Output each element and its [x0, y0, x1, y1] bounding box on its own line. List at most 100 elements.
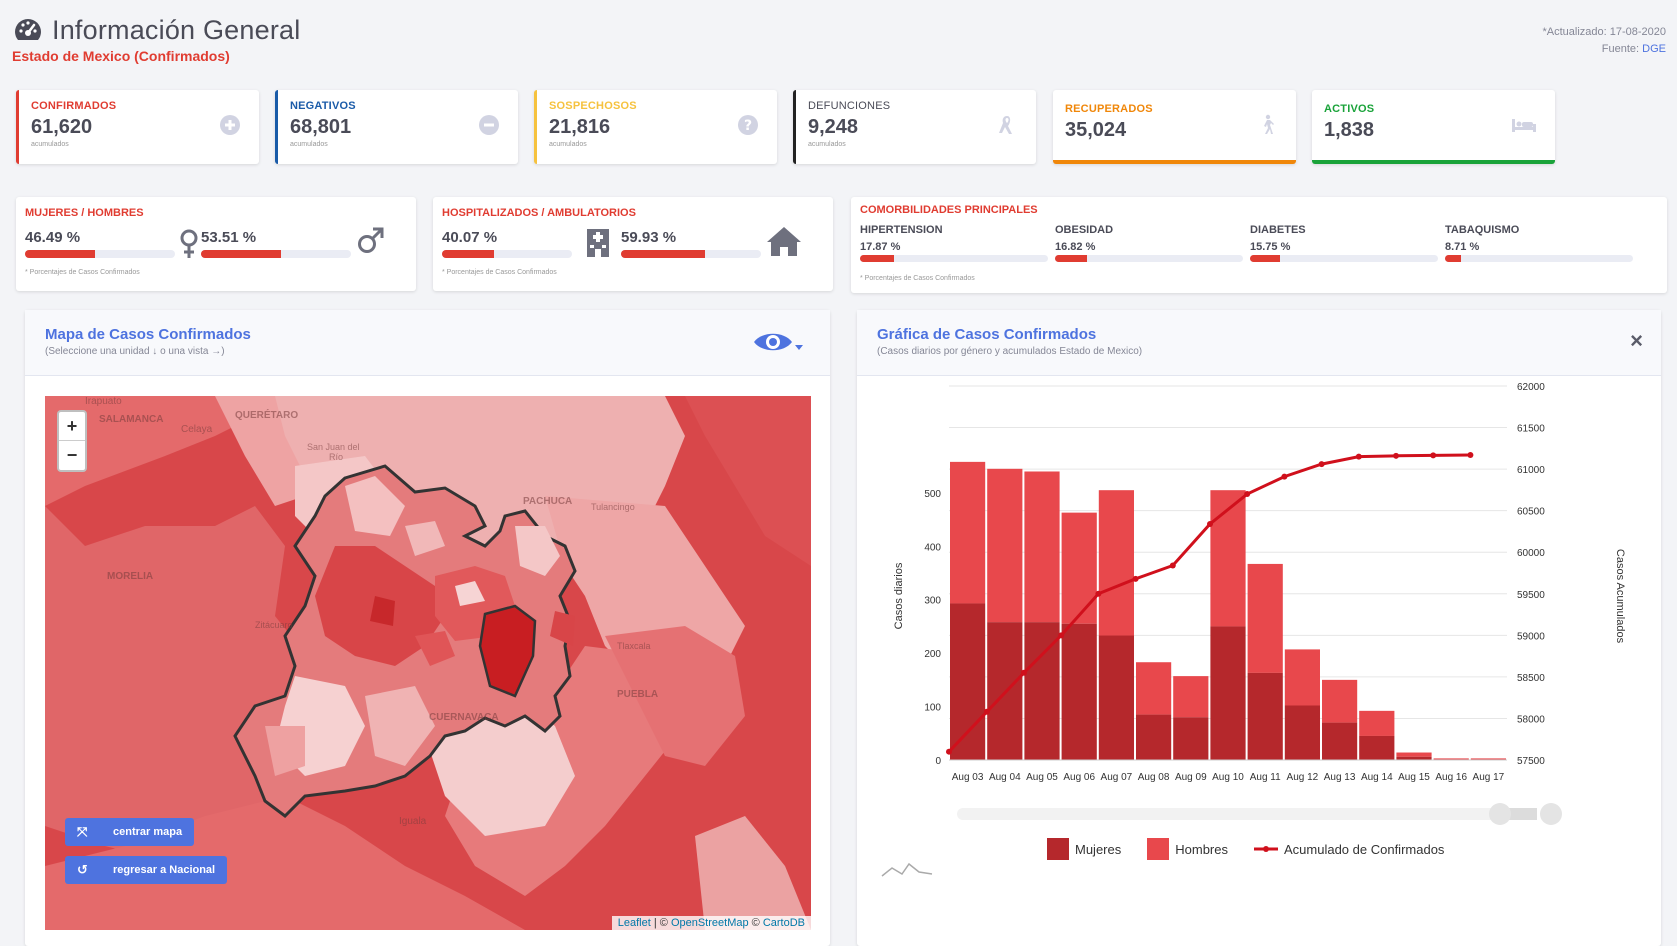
amb-pct: 59.93 %	[621, 229, 677, 246]
bar-mujeres	[1284, 705, 1320, 760]
bar-hombres	[1173, 676, 1209, 718]
x-tick-label: Aug 13	[1324, 772, 1356, 783]
comorb-bar	[860, 255, 1048, 262]
x-tick-label: Aug 16	[1435, 772, 1467, 783]
y2-tick-label: 62000	[1517, 382, 1545, 393]
page-subtitle: Estado de Mexico (Confirmados)	[12, 48, 230, 64]
hosp-panel: HOSPITALIZADOS / AMBULATORIOS 40.07 % 59…	[433, 197, 833, 291]
cases-chart[interactable]: 57500 58000 58500 59000 59500 60000 60500 61000…	[857, 376, 1661, 946]
comorb-pct: 15.75 %	[1250, 241, 1291, 253]
y-tick-label: 300	[924, 596, 941, 607]
summary-cards: CONFIRMADOS 61,620 acumulados NEGATIVOS …	[16, 90, 1667, 164]
gender-label: MUJERES / HOMBRES	[25, 207, 144, 219]
map-label: PACHUCA	[523, 496, 573, 507]
card-activos[interactable]: ACTIVOS 1,838	[1312, 90, 1555, 164]
bar-hombres	[1061, 512, 1097, 624]
card-sub: acumulados	[31, 141, 69, 148]
chart-panel-header: Gráfica de Casos Confirmados (Casos diar…	[857, 310, 1661, 376]
card-value: 9,248	[808, 116, 859, 138]
close-chart-button[interactable]: ×	[1630, 328, 1643, 354]
back-national-button[interactable]: ↺ regresar a Nacional	[65, 856, 228, 884]
acumulado-point	[1095, 590, 1102, 597]
x-tick-label: Aug 03	[952, 772, 984, 783]
bar-mujeres	[1173, 717, 1209, 760]
leaflet-link[interactable]: Leaflet	[618, 917, 651, 929]
legend-item-mujeres[interactable]: Mujeres	[1047, 838, 1121, 860]
y2-tick-label: 59500	[1517, 590, 1545, 601]
card-defunciones[interactable]: DEFUNCIONES 9,248 acumulados	[793, 90, 1036, 164]
map-label: Irapuato	[85, 396, 122, 407]
legend-item-hombres[interactable]: Hombres	[1147, 838, 1228, 860]
map-label: CUERNAVACA	[429, 712, 499, 723]
card-recuperados[interactable]: RECUPERADOS 35,024	[1053, 90, 1296, 164]
card-sospechosos[interactable]: SOSPECHOSOS 21,816 acumulados ?	[534, 90, 777, 164]
comorb-panel: COMORBILIDADES PRINCIPALES HIPERTENSION …	[851, 197, 1667, 293]
zoom-out-button[interactable]: −	[59, 441, 85, 470]
hosp-bar	[442, 250, 572, 258]
y2-axis-label: Casos Acumulados	[1614, 549, 1626, 644]
legend-item-acumulado[interactable]: Acumulado de Confirmados	[1254, 842, 1444, 857]
y-tick-label: 100	[924, 703, 941, 714]
map-label: Celaya	[181, 424, 213, 435]
y2-tick-label: 58000	[1517, 714, 1545, 725]
comorb-note: * Porcentajes de Casos Confirmados	[860, 275, 975, 282]
eye-view-dropdown-icon[interactable]	[752, 328, 804, 358]
map-container[interactable]: Irapuato SALAMANCA Celaya QUERÉTARO San …	[45, 396, 811, 930]
women-bar-fill	[25, 250, 95, 258]
y2-tick-label: 57500	[1517, 756, 1545, 767]
zoom-in-button[interactable]: +	[59, 412, 85, 441]
map-panel-header: Mapa de Casos Confirmados (Seleccione un…	[25, 310, 830, 376]
map-label: Río	[329, 452, 344, 462]
bar-hombres	[1359, 710, 1395, 736]
ribbon-icon	[999, 116, 1012, 134]
y2-tick-label: 59000	[1517, 631, 1545, 642]
gender-panel: MUJERES / HOMBRES 46.49 % 53.51 % * Porc…	[16, 197, 416, 291]
x-tick-label: Aug 11	[1250, 772, 1281, 783]
chart-legend: Mujeres Hombres Acumulado de Confirmados	[1047, 838, 1444, 860]
y-tick-label: 400	[924, 542, 941, 553]
source-link[interactable]: DGE	[1642, 43, 1666, 55]
comorb-bar-fill	[1055, 255, 1087, 262]
slider-handle-right[interactable]	[1540, 803, 1562, 825]
y2-tick-label: 58500	[1517, 673, 1545, 684]
men-bar-fill	[201, 250, 282, 258]
bar-mujeres	[1061, 623, 1097, 760]
zoom-slider[interactable]	[957, 803, 1562, 825]
acumulado-point	[1244, 491, 1251, 498]
map-panel-title: Mapa de Casos Confirmados	[45, 326, 251, 343]
page-title: Información General	[52, 14, 301, 45]
chart-panel: Gráfica de Casos Confirmados (Casos diar…	[857, 310, 1661, 946]
slider-handle-left[interactable]	[1489, 803, 1511, 825]
osm-link[interactable]: OpenStreetMap	[671, 917, 749, 929]
bar-mujeres	[950, 603, 986, 760]
amb-bar	[621, 250, 761, 258]
sparkline-icon	[881, 862, 933, 877]
center-map-label: centrar mapa	[113, 826, 183, 838]
y2-tick-label: 61500	[1517, 424, 1545, 435]
map-label: Tlaxcala	[617, 641, 651, 651]
legend-swatch	[1047, 838, 1069, 860]
bar-hombres	[1322, 679, 1358, 723]
cartodb-link[interactable]: CartoDB	[763, 917, 805, 929]
choropleth-map[interactable]	[45, 396, 811, 930]
bar-hombres	[1024, 471, 1060, 623]
hosp-bar-fill	[442, 250, 495, 258]
card-value: 68,801	[290, 116, 352, 138]
attrib-separator: ©	[748, 917, 763, 929]
card-label: CONFIRMADOS	[31, 100, 117, 112]
minus-circle-icon	[479, 115, 499, 135]
comorb-bar	[1250, 255, 1438, 262]
svg-text:?: ?	[744, 118, 752, 134]
comorb-name: OBESIDAD	[1055, 224, 1114, 236]
card-confirmados[interactable]: CONFIRMADOS 61,620 acumulados	[16, 90, 259, 164]
card-sub: acumulados	[290, 141, 328, 148]
bar-hombres	[1098, 490, 1134, 636]
center-map-button[interactable]: ⤧ centrar mapa	[65, 818, 195, 846]
legend-label: Hombres	[1175, 841, 1228, 857]
hosp-note: * Porcentajes de Casos Confirmados	[442, 269, 557, 276]
bar-hombres	[1470, 758, 1506, 760]
x-tick-label: Aug 15	[1398, 772, 1430, 783]
map-label: San Juan del	[307, 442, 360, 452]
comorb-name: DIABETES	[1250, 224, 1306, 236]
card-negativos[interactable]: NEGATIVOS 68,801 acumulados	[275, 90, 518, 164]
